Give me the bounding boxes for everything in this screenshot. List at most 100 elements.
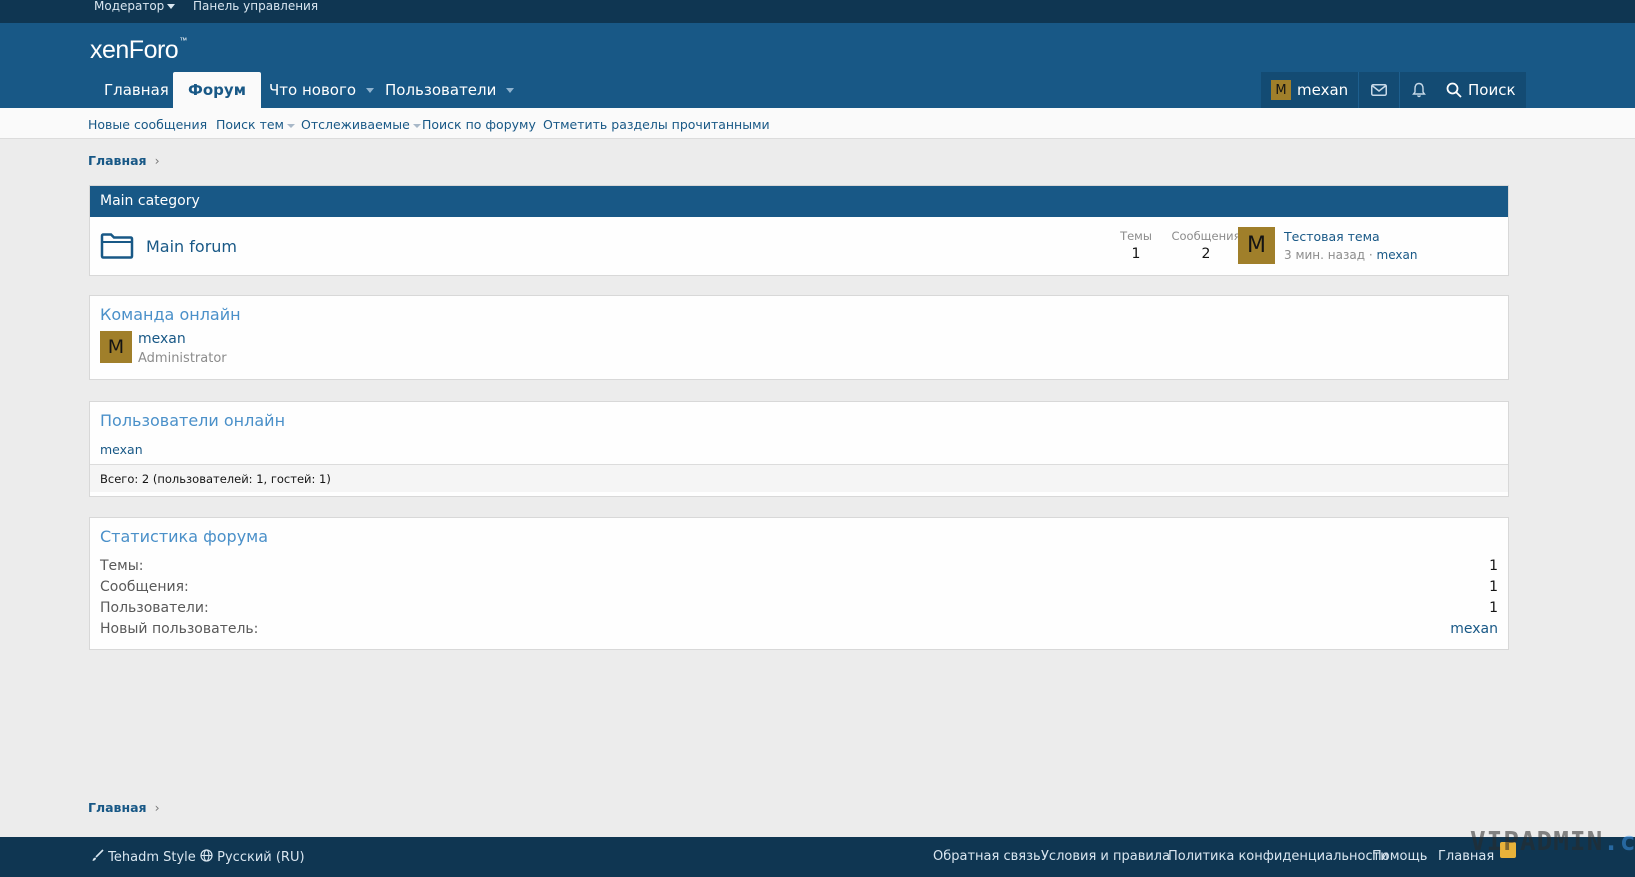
threads-stat-value: 1 [1131,246,1141,262]
globe-icon [200,849,213,862]
subnav-search-threads[interactable]: Поиск тем [216,117,295,132]
search-button[interactable]: Поиск [1436,72,1526,108]
online-user-link[interactable]: mexan [100,442,143,457]
newest-member-link[interactable]: mexan [1450,619,1498,640]
envelope-icon [1371,84,1388,96]
chevron-right-icon: › [154,153,160,168]
subnav-mark-read[interactable]: Отметить разделы прочитанными [543,117,770,132]
tab-home[interactable]: Главная [89,72,184,108]
stats-key: Новый пользователь: [100,621,259,637]
subnav-search-forums[interactable]: Поиск по форуму [422,117,536,132]
breadcrumb-bottom: Главная › [88,800,160,815]
admin-panel-link[interactable]: Панель управления [193,0,318,13]
tab-members[interactable]: Пользователи [370,72,529,108]
avatar[interactable]: M [100,331,132,363]
avatar[interactable]: M [1238,227,1275,264]
threads-stat-label: Темы [1120,229,1152,243]
watermark-name: VIPADMIN [1470,827,1604,857]
stats-key: Сообщения: [100,579,189,595]
users-online-widget: Пользователи онлайн mexan Всего: 2 (поль… [89,401,1509,497]
footer-help-link[interactable]: Помощь [1372,849,1427,864]
subnav-watched[interactable]: Отслеживаемые [301,117,421,132]
chevron-right-icon: › [154,800,160,815]
style-chooser[interactable]: Tehadm Style [91,849,196,865]
avatar: M [1271,80,1291,100]
forum-stats-widget: Статистика форума Темы: 1 Сообщения: 1 Пол… [89,517,1509,650]
staff-online-title-link[interactable]: Команда онлайн [100,305,241,324]
account-username: mexan [1297,81,1349,99]
language-chooser-label: Русский (RU) [217,850,305,865]
staff-member-role: Administrator [138,351,227,366]
online-users-list: mexan [90,430,1508,464]
chevron-down-icon[interactable] [506,88,515,93]
stats-value: 1 [1489,579,1498,595]
staff-bar: Модератор Панель управления [0,0,1635,23]
breadcrumb-home[interactable]: Главная [88,153,147,168]
stats-row: Сообщения: 1 [100,577,1498,598]
online-total: Всего: 2 (пользователей: 1, гостей: 1) [90,464,1508,492]
messages-stat: Сообщения 2 [1166,229,1246,262]
last-post-user-link[interactable]: mexan [1377,248,1418,262]
last-post-separator: · [1368,248,1373,262]
moderator-label: Модератор [94,0,165,13]
watermark: VIPADMIN.club [1470,827,1635,857]
search-nav: Поиск [1436,72,1526,108]
account-nav: M mexan [1261,72,1439,108]
forum-stats-title: Статистика форума [100,527,269,546]
subnav-search-threads-label: Поиск тем [216,117,284,132]
stats-row: Новый пользователь: mexan [100,619,1498,640]
inbox-button[interactable] [1358,72,1399,108]
last-post-meta: 3 мин. назад · mexan [1284,248,1417,262]
chevron-down-icon[interactable] [412,123,421,128]
last-post-title-link[interactable]: Тестовая тема [1284,229,1380,244]
stats-key: Пользователи: [100,600,209,616]
folder-icon [100,233,134,259]
stats-value: 1 [1489,600,1498,616]
users-online-title-link[interactable]: Пользователи онлайн [100,411,285,430]
stats-row: Темы: 1 [100,556,1498,577]
breadcrumb: Главная › [88,153,160,168]
moderator-menu[interactable]: Модератор [94,0,176,13]
search-icon [1446,82,1462,98]
search-label: Поиск [1468,81,1516,99]
staff-member-row: M mexan Administrator [90,324,1508,374]
stats-value: 1 [1489,558,1498,574]
account-menu[interactable]: M mexan [1261,72,1358,108]
logo-mark: ™ [179,36,187,45]
staff-online-widget: Команда онлайн M mexan Administrator [89,295,1509,380]
bell-icon [1412,82,1427,98]
paintbrush-icon [92,849,104,861]
chevron-down-icon[interactable] [286,123,295,128]
site-logo[interactable]: xenForo™ [90,36,187,65]
footer-contact-link[interactable]: Обратная связь [933,849,1041,864]
sub-navigation: Новые сообщения Поиск тем Отслеживаемые … [0,108,1635,139]
language-chooser[interactable]: Русский (RU) [200,849,305,865]
tab-whats-new[interactable]: Что нового [254,72,389,108]
category-block: Main category Main forum Темы 1 Сообщени… [89,185,1509,276]
breadcrumb-home[interactable]: Главная [88,800,147,815]
last-post-time[interactable]: 3 мин. назад [1284,248,1365,262]
alerts-button[interactable] [1399,72,1438,108]
footer-privacy-link[interactable]: Политика конфиденциальности [1168,849,1389,864]
category-title[interactable]: Main category [90,186,1508,217]
users-online-title: Пользователи онлайн [90,402,1508,430]
subnav-watched-label: Отслеживаемые [301,117,410,132]
logo-text: xenForo [90,36,179,64]
tab-members-label: Пользователи [385,81,497,99]
staff-member-name[interactable]: mexan [138,331,186,347]
messages-stat-value: 2 [1201,246,1211,262]
tab-forum[interactable]: Форум [173,72,261,108]
style-chooser-label: Tehadm Style [108,850,196,865]
site-header: xenForo™ Главная Форум Что нового Пользо… [0,23,1635,108]
tab-whats-new-label: Что нового [269,81,357,99]
forum-stats-list: Темы: 1 Сообщения: 1 Пользователи: 1 Новый … [90,546,1508,646]
threads-stat: Темы 1 [1106,229,1166,262]
footer-terms-link[interactable]: Условия и правила [1041,849,1170,864]
messages-stat-label: Сообщения [1171,229,1241,243]
subnav-new-posts[interactable]: Новые сообщения [88,117,207,132]
staff-online-title: Команда онлайн [90,296,1508,324]
forum-title-link[interactable]: Main forum [146,237,237,256]
forum-node-row: Main forum Темы 1 Сообщения 2 M Тестовая… [90,217,1508,275]
stats-key: Темы: [100,558,144,574]
stats-row: Пользователи: 1 [100,598,1498,619]
